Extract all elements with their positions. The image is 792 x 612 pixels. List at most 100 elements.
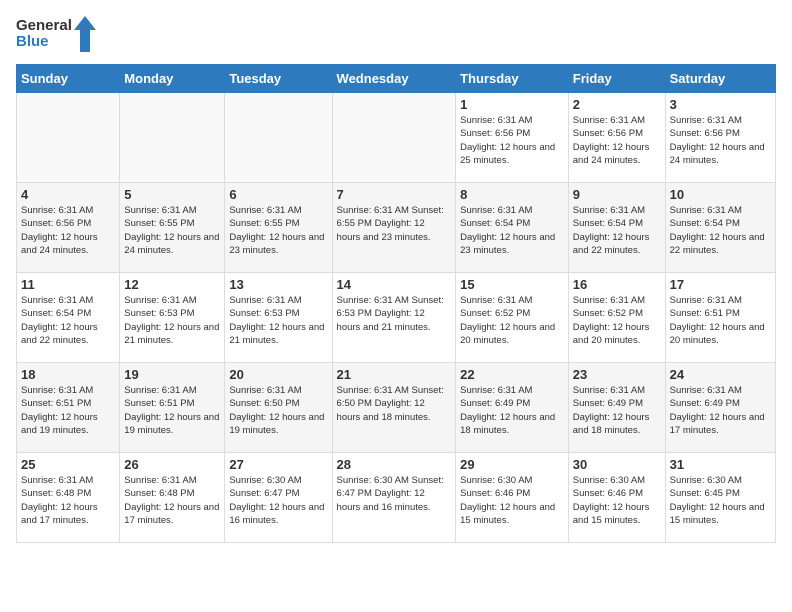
header-cell-monday: Monday	[120, 65, 225, 93]
day-number: 28	[337, 457, 452, 472]
day-info: Sunrise: 6:31 AM Sunset: 6:51 PM Dayligh…	[21, 384, 115, 437]
day-number: 18	[21, 367, 115, 382]
day-number: 25	[21, 457, 115, 472]
day-info: Sunrise: 6:31 AM Sunset: 6:54 PM Dayligh…	[670, 204, 771, 257]
day-info: Sunrise: 6:31 AM Sunset: 6:50 PM Dayligh…	[229, 384, 327, 437]
day-info: Sunrise: 6:31 AM Sunset: 6:52 PM Dayligh…	[460, 294, 564, 347]
day-number: 9	[573, 187, 661, 202]
day-number: 1	[460, 97, 564, 112]
day-info: Sunrise: 6:31 AM Sunset: 6:49 PM Dayligh…	[573, 384, 661, 437]
day-cell	[225, 93, 332, 183]
day-info: Sunrise: 6:31 AM Sunset: 6:53 PM Dayligh…	[337, 294, 452, 334]
header-cell-friday: Friday	[568, 65, 665, 93]
day-number: 13	[229, 277, 327, 292]
day-info: Sunrise: 6:31 AM Sunset: 6:54 PM Dayligh…	[21, 294, 115, 347]
day-info: Sunrise: 6:31 AM Sunset: 6:55 PM Dayligh…	[229, 204, 327, 257]
day-cell: 9 Sunrise: 6:31 AM Sunset: 6:54 PM Daylig…	[568, 183, 665, 273]
day-number: 26	[124, 457, 220, 472]
day-number: 15	[460, 277, 564, 292]
day-cell: 4 Sunrise: 6:31 AM Sunset: 6:56 PM Daylig…	[17, 183, 120, 273]
day-cell: 26 Sunrise: 6:31 AM Sunset: 6:48 PM Dayli…	[120, 453, 225, 543]
day-number: 23	[573, 367, 661, 382]
day-number: 3	[670, 97, 771, 112]
header-cell-saturday: Saturday	[665, 65, 775, 93]
day-info: Sunrise: 6:31 AM Sunset: 6:51 PM Dayligh…	[124, 384, 220, 437]
day-number: 30	[573, 457, 661, 472]
logo-general: General	[16, 18, 72, 35]
day-cell: 12 Sunrise: 6:31 AM Sunset: 6:53 PM Dayli…	[120, 273, 225, 363]
day-info: Sunrise: 6:31 AM Sunset: 6:54 PM Dayligh…	[573, 204, 661, 257]
day-info: Sunrise: 6:31 AM Sunset: 6:53 PM Dayligh…	[229, 294, 327, 347]
day-info: Sunrise: 6:31 AM Sunset: 6:51 PM Dayligh…	[670, 294, 771, 347]
day-cell: 31Sunrise: 6:30 AM Sunset: 6:45 PM Dayli…	[665, 453, 775, 543]
day-number: 7	[337, 187, 452, 202]
week-row-1: 4 Sunrise: 6:31 AM Sunset: 6:56 PM Daylig…	[17, 183, 776, 273]
logo: General Blue	[16, 16, 96, 52]
day-number: 27	[229, 457, 327, 472]
day-cell: 27 Sunrise: 6:30 AM Sunset: 6:47 PM Dayli…	[225, 453, 332, 543]
day-cell: 28 Sunrise: 6:30 AM Sunset: 6:47 PM Dayli…	[332, 453, 456, 543]
calendar-table: SundayMondayTuesdayWednesdayThursdayFrid…	[16, 64, 776, 543]
day-info: Sunrise: 6:31 AM Sunset: 6:49 PM Dayligh…	[670, 384, 771, 437]
day-info: Sunrise: 6:30 AM Sunset: 6:47 PM Dayligh…	[229, 474, 327, 527]
day-info: Sunrise: 6:30 AM Sunset: 6:46 PM Dayligh…	[573, 474, 661, 527]
day-info: Sunrise: 6:31 AM Sunset: 6:53 PM Dayligh…	[124, 294, 220, 347]
day-cell: 2Sunrise: 6:31 AM Sunset: 6:56 PM Daylig…	[568, 93, 665, 183]
header: General Blue	[16, 16, 776, 52]
day-cell	[17, 93, 120, 183]
day-number: 22	[460, 367, 564, 382]
day-number: 11	[21, 277, 115, 292]
logo-container: General Blue	[16, 16, 96, 52]
day-cell: 8Sunrise: 6:31 AM Sunset: 6:54 PM Daylig…	[456, 183, 569, 273]
day-cell: 19 Sunrise: 6:31 AM Sunset: 6:51 PM Dayli…	[120, 363, 225, 453]
day-cell: 23 Sunrise: 6:31 AM Sunset: 6:49 PM Dayli…	[568, 363, 665, 453]
day-number: 20	[229, 367, 327, 382]
day-cell	[120, 93, 225, 183]
day-info: Sunrise: 6:31 AM Sunset: 6:49 PM Dayligh…	[460, 384, 564, 437]
day-number: 4	[21, 187, 115, 202]
day-cell: 14 Sunrise: 6:31 AM Sunset: 6:53 PM Dayli…	[332, 273, 456, 363]
logo-blue: Blue	[16, 34, 72, 51]
day-info: Sunrise: 6:30 AM Sunset: 6:47 PM Dayligh…	[337, 474, 452, 514]
logo-arrow-icon	[74, 16, 96, 52]
week-row-0: 1 Sunrise: 6:31 AM Sunset: 6:56 PM Daylig…	[17, 93, 776, 183]
day-info: Sunrise: 6:31 AM Sunset: 6:56 PM Dayligh…	[670, 114, 771, 167]
day-cell: 21Sunrise: 6:31 AM Sunset: 6:50 PM Dayli…	[332, 363, 456, 453]
day-info: Sunrise: 6:31 AM Sunset: 6:56 PM Dayligh…	[460, 114, 564, 167]
week-row-2: 11 Sunrise: 6:31 AM Sunset: 6:54 PM Dayli…	[17, 273, 776, 363]
day-number: 8	[460, 187, 564, 202]
day-number: 31	[670, 457, 771, 472]
day-cell: 3 Sunrise: 6:31 AM Sunset: 6:56 PM Daylig…	[665, 93, 775, 183]
day-info: Sunrise: 6:31 AM Sunset: 6:48 PM Dayligh…	[21, 474, 115, 527]
day-number: 29	[460, 457, 564, 472]
day-number: 14	[337, 277, 452, 292]
day-number: 12	[124, 277, 220, 292]
day-cell: 13 Sunrise: 6:31 AM Sunset: 6:53 PM Dayli…	[225, 273, 332, 363]
day-cell: 20 Sunrise: 6:31 AM Sunset: 6:50 PM Dayli…	[225, 363, 332, 453]
day-cell: 18 Sunrise: 6:31 AM Sunset: 6:51 PM Dayli…	[17, 363, 120, 453]
day-cell: 5Sunrise: 6:31 AM Sunset: 6:55 PM Daylig…	[120, 183, 225, 273]
header-cell-sunday: Sunday	[17, 65, 120, 93]
header-cell-tuesday: Tuesday	[225, 65, 332, 93]
day-info: Sunrise: 6:31 AM Sunset: 6:56 PM Dayligh…	[21, 204, 115, 257]
day-info: Sunrise: 6:31 AM Sunset: 6:48 PM Dayligh…	[124, 474, 220, 527]
day-number: 10	[670, 187, 771, 202]
day-number: 17	[670, 277, 771, 292]
day-number: 6	[229, 187, 327, 202]
header-cell-thursday: Thursday	[456, 65, 569, 93]
day-cell: 6 Sunrise: 6:31 AM Sunset: 6:55 PM Daylig…	[225, 183, 332, 273]
header-cell-wednesday: Wednesday	[332, 65, 456, 93]
day-cell: 10 Sunrise: 6:31 AM Sunset: 6:54 PM Dayli…	[665, 183, 775, 273]
day-cell: 17 Sunrise: 6:31 AM Sunset: 6:51 PM Dayli…	[665, 273, 775, 363]
day-info: Sunrise: 6:31 AM Sunset: 6:55 PM Dayligh…	[124, 204, 220, 257]
week-row-4: 25 Sunrise: 6:31 AM Sunset: 6:48 PM Dayli…	[17, 453, 776, 543]
day-cell: 30 Sunrise: 6:30 AM Sunset: 6:46 PM Dayli…	[568, 453, 665, 543]
day-info: Sunrise: 6:30 AM Sunset: 6:46 PM Dayligh…	[460, 474, 564, 527]
week-row-3: 18 Sunrise: 6:31 AM Sunset: 6:51 PM Dayli…	[17, 363, 776, 453]
day-cell: 15 Sunrise: 6:31 AM Sunset: 6:52 PM Dayli…	[456, 273, 569, 363]
day-number: 19	[124, 367, 220, 382]
day-cell: 25 Sunrise: 6:31 AM Sunset: 6:48 PM Dayli…	[17, 453, 120, 543]
day-info: Sunrise: 6:31 AM Sunset: 6:56 PM Dayligh…	[573, 114, 661, 167]
day-cell: 1 Sunrise: 6:31 AM Sunset: 6:56 PM Daylig…	[456, 93, 569, 183]
day-number: 21	[337, 367, 452, 382]
